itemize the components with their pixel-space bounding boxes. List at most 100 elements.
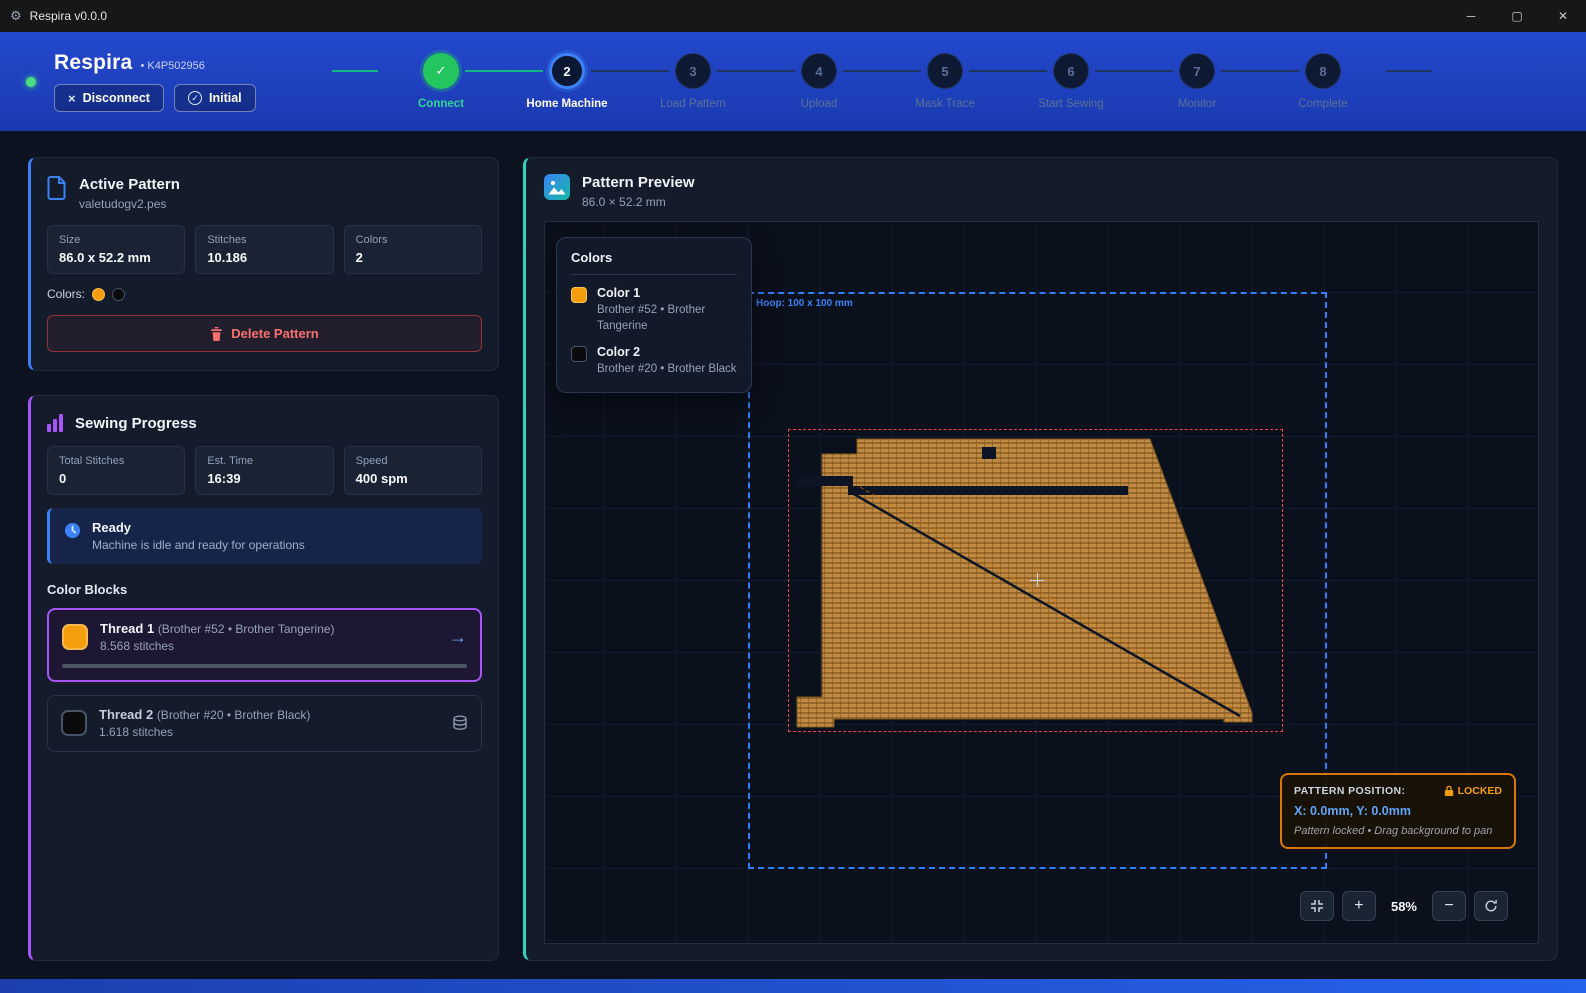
thread-1-swatch: [62, 624, 88, 650]
pattern-preview-card: Pattern Preview 86.0 × 52.2 mm Colors Co…: [523, 157, 1558, 961]
sewing-progress-title: Sewing Progress: [75, 415, 197, 432]
connection-status-dot: [26, 77, 36, 87]
step-number: 2: [549, 53, 585, 89]
footer-accent-bar: [0, 979, 1586, 993]
thread-1-name: Thread 1: [100, 621, 154, 636]
app-header: Respira • K4P502956 × Disconnect ✓ Initi…: [0, 32, 1586, 131]
step-load-pattern: 3 Load Pattern: [630, 53, 756, 110]
zoom-out-button[interactable]: −: [1432, 891, 1466, 921]
step-number: 3: [675, 53, 711, 89]
bar-chart-icon: [47, 414, 63, 432]
position-hint: Pattern locked • Drag background to pan: [1294, 825, 1502, 837]
arrow-right-icon: →: [449, 627, 467, 648]
stat-total-stitches: Total Stitches 0: [47, 446, 185, 495]
step-connect: ✓ Connect: [378, 53, 504, 110]
colors-panel-title: Colors: [571, 250, 737, 275]
color-item-1: Color 1 Brother #52 • Brother Tangerine: [571, 286, 737, 334]
pattern-colors-row: Colors:: [47, 287, 482, 301]
check-circle-icon: ✓: [188, 91, 202, 105]
pattern-position-overlay: PATTERN POSITION: LOCKED X: 0.0mm, Y: 0.…: [1280, 773, 1516, 849]
color-2-swatch: [571, 346, 587, 362]
clock-icon: [64, 522, 81, 539]
step-home-machine: 2 Home Machine: [504, 53, 630, 110]
stat-est-time: Est. Time 16:39: [195, 446, 333, 495]
thread-2-swatch: [61, 710, 87, 736]
file-icon: [47, 176, 67, 200]
stat-colors: Colors 2: [344, 225, 482, 274]
titlebar: ⚙ Respira v0.0.0 ─ ▢ ✕: [0, 0, 1586, 32]
color-swatch-2: [112, 288, 125, 301]
step-number: 6: [1053, 53, 1089, 89]
thread-block-2[interactable]: Thread 2 (Brother #20 • Brother Black) 1…: [47, 695, 482, 752]
stat-speed: Speed 400 spm: [344, 446, 482, 495]
lock-icon: [1444, 785, 1454, 797]
preview-title: Pattern Preview: [582, 174, 695, 191]
stat-size: Size 86.0 x 52.2 mm: [47, 225, 185, 274]
pattern-filename: valetudogv2.pes: [79, 197, 180, 211]
origin-crosshair: [1030, 573, 1044, 587]
thread-2-detail: (Brother #20 • Brother Black): [157, 708, 311, 722]
thread-1-stitches: 8.568 stitches: [100, 639, 335, 653]
wizard-stepper: ✓ Connect 2 Home Machine 3 Load Pattern …: [332, 53, 1432, 110]
hoop-label: Hoop: 100 x 100 mm: [756, 298, 853, 309]
thread-1-progress-track: [62, 664, 467, 668]
thread-2-name: Thread 2: [99, 707, 153, 722]
status-title: Ready: [92, 520, 305, 535]
machine-serial: • K4P502956: [140, 60, 204, 72]
colors-panel: Colors Color 1 Brother #52 • Brother Tan…: [556, 237, 752, 393]
active-pattern-card: Active Pattern valetudogv2.pes Size 86.0…: [28, 157, 499, 371]
thread-2-stitches: 1.618 stitches: [99, 725, 310, 739]
sidebar: Active Pattern valetudogv2.pes Size 86.0…: [28, 157, 499, 961]
initial-button[interactable]: ✓ Initial: [174, 84, 256, 112]
fit-view-button[interactable]: [1300, 891, 1334, 921]
image-icon: [544, 174, 570, 200]
window-controls: ─ ▢ ✕: [1448, 0, 1586, 32]
thread-block-1[interactable]: Thread 1 (Brother #52 • Brother Tangerin…: [47, 608, 482, 682]
trash-icon: [210, 327, 223, 341]
machine-status-banner: Ready Machine is idle and ready for oper…: [47, 508, 482, 564]
step-monitor: 7 Monitor: [1134, 53, 1260, 110]
stat-stitches: Stitches 10.186: [195, 225, 333, 274]
disconnect-label: Disconnect: [83, 91, 150, 105]
close-button[interactable]: ✕: [1540, 0, 1586, 32]
zoom-controls: + 58% −: [1300, 891, 1508, 921]
step-start-sewing: 6 Start Sewing: [1008, 53, 1134, 110]
thread-1-detail: (Brother #52 • Brother Tangerine): [158, 622, 335, 636]
active-pattern-title: Active Pattern: [79, 176, 180, 193]
sewing-progress-card: Sewing Progress Total Stitches 0 Est. Ti…: [28, 395, 499, 961]
app-icon: ⚙: [10, 8, 22, 24]
close-icon: ×: [68, 92, 76, 105]
minimize-button[interactable]: ─: [1448, 0, 1494, 32]
status-description: Machine is idle and ready for operations: [92, 538, 305, 552]
step-upload: 4 Upload: [756, 53, 882, 110]
stepper-edge-line: [1386, 70, 1432, 72]
color-blocks-label: Color Blocks: [47, 582, 482, 597]
app-title: Respira v0.0.0: [30, 9, 107, 23]
color-1-swatch: [571, 287, 587, 303]
zoom-in-button[interactable]: +: [1342, 891, 1376, 921]
color-swatch-1: [92, 288, 105, 301]
step-number: 7: [1179, 53, 1215, 89]
position-title: PATTERN POSITION:: [1294, 785, 1405, 797]
locked-badge: LOCKED: [1444, 785, 1502, 797]
disconnect-button[interactable]: × Disconnect: [54, 84, 164, 112]
brand-block: Respira • K4P502956 × Disconnect ✓ Initi…: [54, 51, 256, 112]
maximize-button[interactable]: ▢: [1494, 0, 1540, 32]
step-number: 8: [1305, 53, 1341, 89]
position-coordinates: X: 0.0mm, Y: 0.0mm: [1294, 804, 1502, 818]
reset-view-button[interactable]: [1474, 891, 1508, 921]
step-number: 4: [801, 53, 837, 89]
layers-stack-icon: [452, 715, 468, 731]
initial-label: Initial: [209, 91, 242, 105]
stepper-edge-line: [332, 70, 378, 72]
color-item-2: Color 2 Brother #20 • Brother Black: [571, 345, 737, 378]
delete-pattern-button[interactable]: Delete Pattern: [47, 315, 482, 352]
brand-title: Respira: [54, 51, 132, 75]
preview-dimensions: 86.0 × 52.2 mm: [582, 195, 695, 209]
step-complete: 8 Complete: [1260, 53, 1386, 110]
step-number: 5: [927, 53, 963, 89]
step-mask-trace: 5 Mask Trace: [882, 53, 1008, 110]
main-content: Active Pattern valetudogv2.pes Size 86.0…: [0, 131, 1586, 979]
step-completed-check-icon: ✓: [423, 53, 459, 89]
zoom-level: 58%: [1384, 899, 1424, 914]
